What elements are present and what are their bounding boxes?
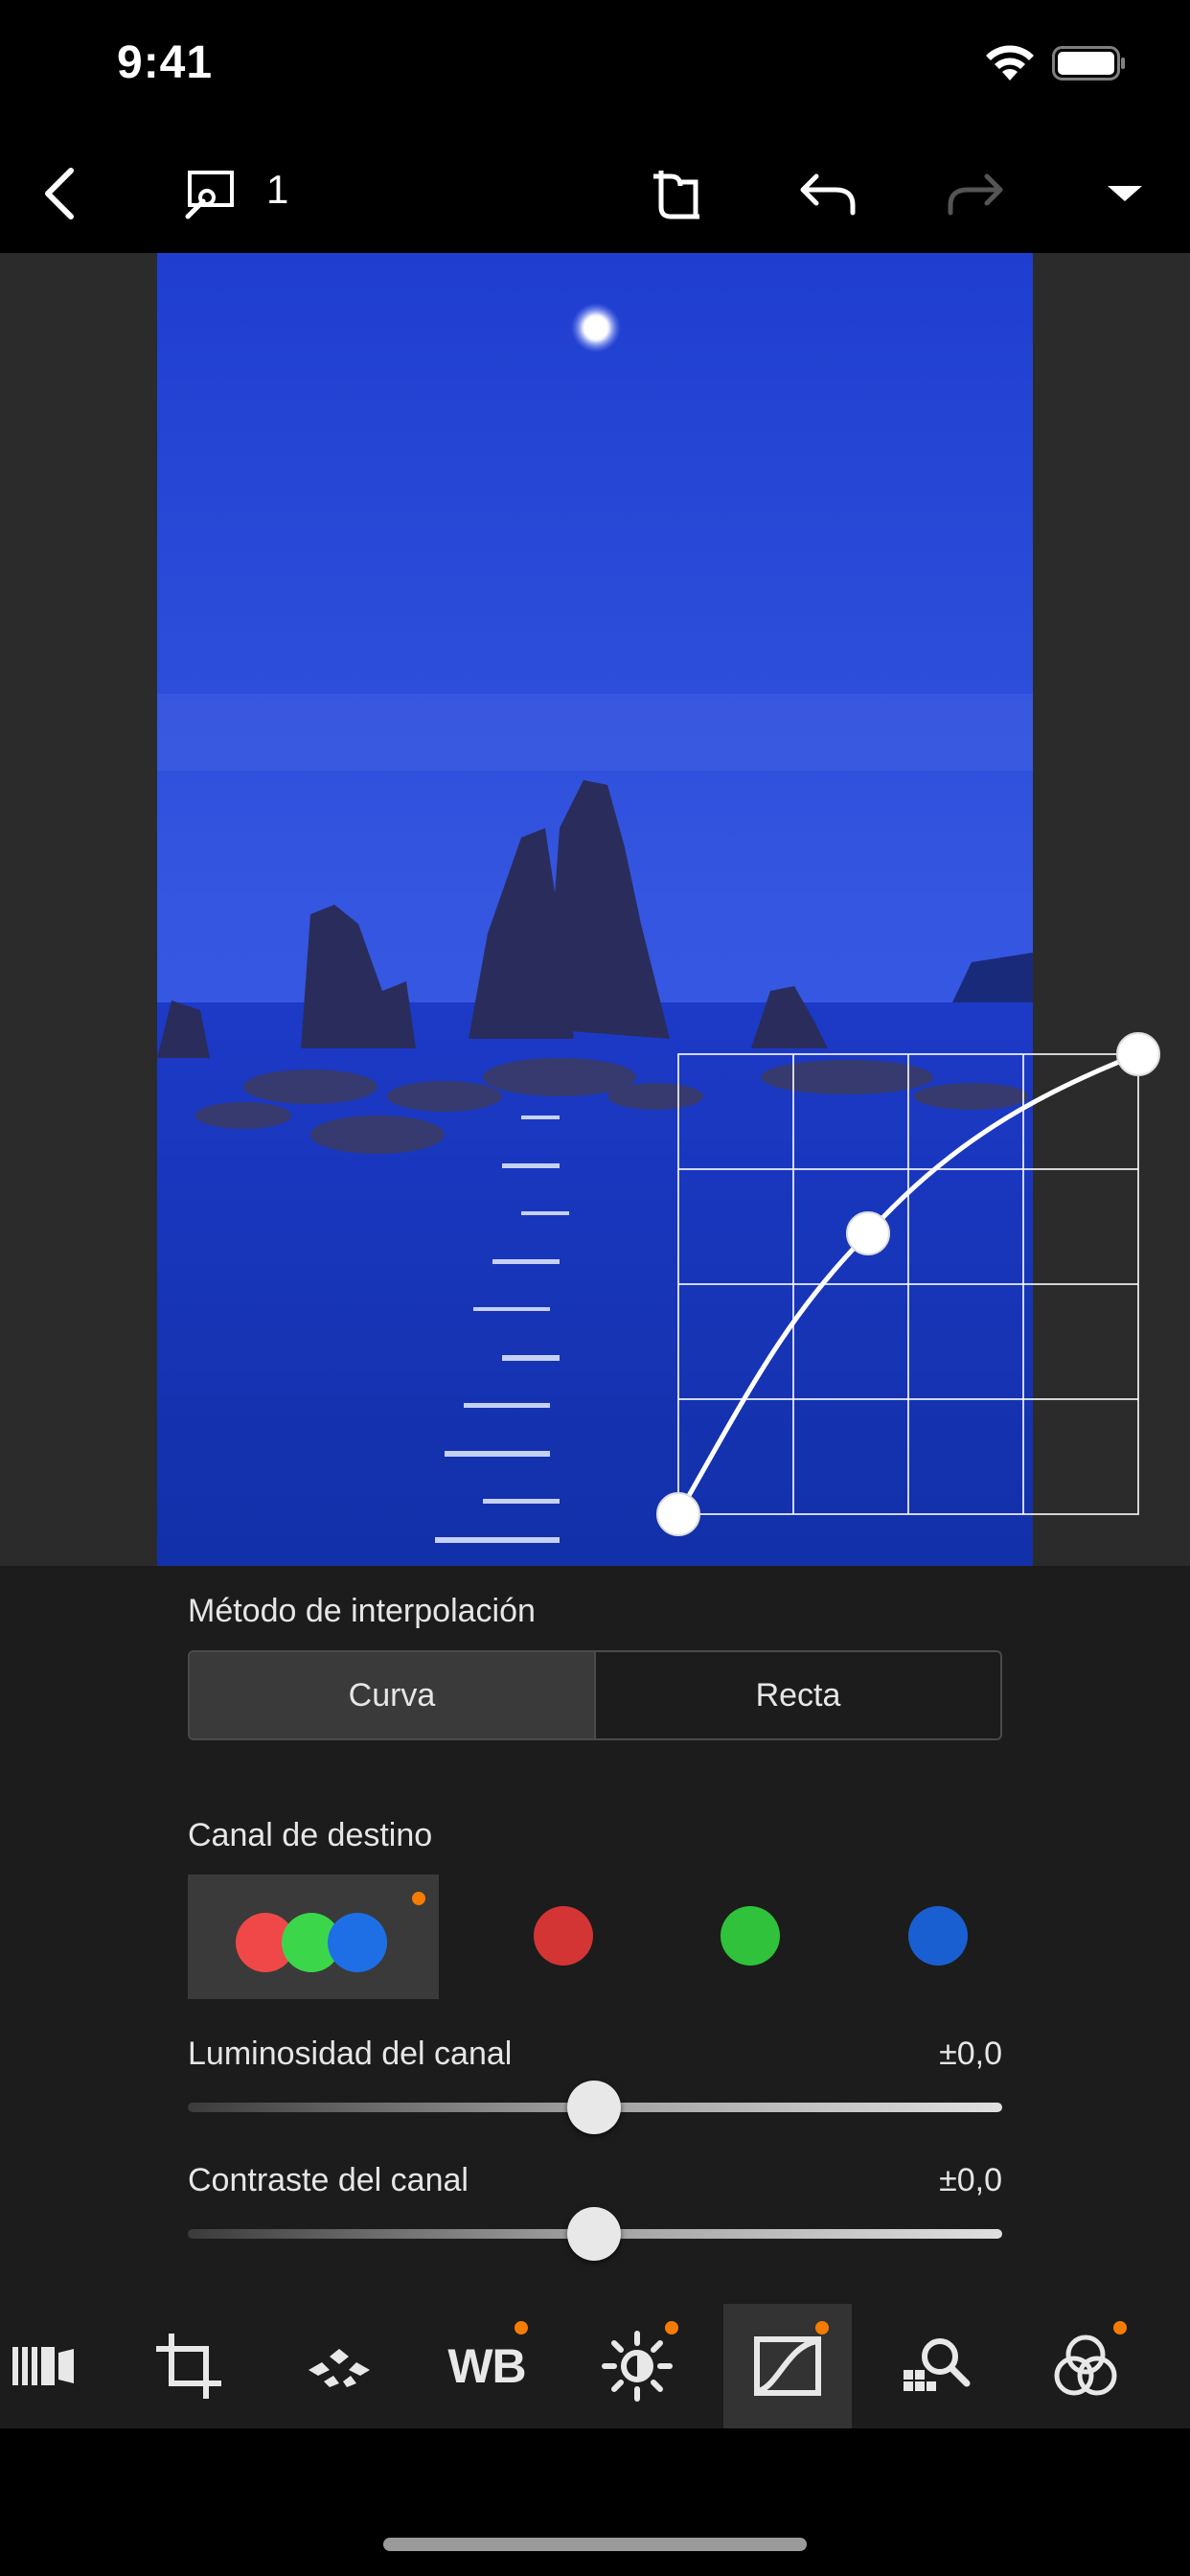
tool-badge [815,2321,829,2334]
crop-icon [156,2334,221,2399]
undo-icon [800,173,856,216]
tone-curve-editor[interactable] [0,253,1190,1566]
channel-green-button[interactable] [721,1906,780,1966]
interpolation-option-straight[interactable]: Recta [594,1652,1000,1738]
tone-curve-grid [677,1053,1139,1515]
channel-brightness-value: ±0,0 [939,2036,1002,2072]
modified-indicator [412,1892,425,1905]
color-adjust-icon [1054,2334,1117,2396]
tool-badge [665,2321,678,2334]
selection-tag-icon [185,171,234,219]
tool-crop[interactable] [125,2304,253,2428]
tool-color-adjust[interactable] [1021,2304,1150,2428]
tool-filmstrip[interactable] [0,2304,107,2428]
wifi-icon [986,45,1034,80]
rotate-button[interactable] [638,153,719,234]
tool-tone-curve[interactable] [723,2304,852,2428]
interpolation-segmented-control: Curva Recta [188,1650,1002,1740]
image-preview-area [0,253,1190,1566]
rgb-blue-circle [328,1913,387,1972]
brightness-icon [602,2331,673,2402]
battery-icon [1052,46,1125,80]
tool-brightness[interactable] [573,2304,701,2428]
dropdown-triangle-icon [1108,186,1142,201]
curve-point-white[interactable] [1116,1032,1160,1076]
interpolation-option-curve[interactable]: Curva [190,1652,594,1738]
channel-contrast-value: ±0,0 [939,2162,1002,2198]
lens-correction-icon [904,2338,971,2391]
more-menu-button[interactable] [1085,153,1165,234]
tone-curve-panel: Método de interpolación Curva Recta Cana… [0,1566,1190,2304]
channel-rgb-button[interactable] [188,1874,439,1999]
curve-point-mid[interactable] [846,1211,890,1255]
home-area [0,2428,1190,2576]
channel-red-button[interactable] [534,1906,593,1966]
tool-badge [1113,2321,1127,2334]
rotate-icon [653,171,699,219]
redo-button[interactable] [935,153,1016,234]
channel-contrast-slider-thumb[interactable] [567,2207,621,2261]
channel-contrast-label: Contraste del canal [188,2162,469,2198]
chevron-left-icon [45,168,74,219]
interpolation-label: Método de interpolación [188,1593,536,1629]
selection-count: 1 [266,167,289,212]
status-time: 9:41 [117,37,214,88]
undo-button[interactable] [788,153,868,234]
tool-picture-style[interactable] [275,2304,403,2428]
filmstrip-icon [12,2347,74,2385]
curve-point-black[interactable] [656,1492,700,1536]
channel-blue-button[interactable] [908,1906,968,1966]
picture-style-icon [309,2349,370,2387]
channel-brightness-slider-thumb[interactable] [567,2081,621,2134]
channel-brightness-label: Luminosidad del canal [188,2036,513,2072]
white-balance-icon: WB [447,2339,526,2393]
tool-lens-correction[interactable] [872,2304,1000,2428]
tool-white-balance[interactable]: WB [423,2304,551,2428]
redo-icon [948,173,1003,216]
selection-tag-button[interactable] [169,153,249,234]
tool-badge [515,2321,528,2334]
tone-curve-icon [754,2336,821,2396]
status-bar: 9:41 [0,0,1190,134]
top-toolbar: 1 [0,134,1190,253]
home-indicator[interactable] [383,2538,807,2551]
back-button[interactable] [21,153,102,234]
edit-tools-bar: WB [0,2304,1190,2428]
target-channel-label: Canal de destino [188,1817,433,1853]
